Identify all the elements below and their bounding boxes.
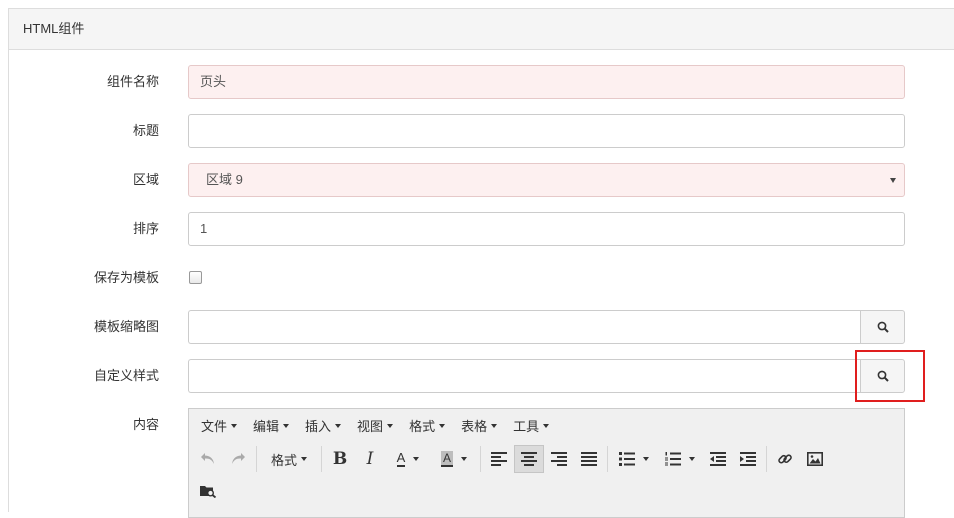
highlight-box [855, 350, 925, 402]
italic-icon: I [366, 449, 374, 469]
title-input[interactable] [188, 114, 905, 148]
caret-down-icon [491, 423, 498, 428]
undo-icon [201, 453, 214, 464]
caret-down-icon [231, 423, 238, 428]
menu-insert[interactable]: 插入 [297, 413, 349, 439]
file-browser-button[interactable] [193, 477, 223, 505]
align-center-button[interactable] [514, 445, 544, 473]
bullet-list-icon [619, 452, 635, 466]
menu-edit[interactable]: 编辑 [245, 413, 297, 439]
html-component-panel: HTML组件 组件名称 页头 标题 区域 区域 9 排序 1 保存为模板 模板缩… [8, 8, 954, 518]
caret-down-icon [413, 457, 420, 461]
caret-down-icon [439, 423, 446, 428]
link-button[interactable] [770, 445, 800, 473]
caret-down-icon [387, 423, 394, 428]
caret-down-icon [689, 457, 695, 461]
background-color-icon: A [440, 451, 453, 467]
align-right-button[interactable] [544, 445, 574, 473]
image-button[interactable] [800, 445, 830, 473]
zone-select[interactable]: 区域 9 [188, 163, 905, 197]
zone-label: 区域 [132, 172, 159, 187]
align-left-icon [491, 452, 507, 466]
align-justify-icon [581, 452, 597, 466]
redo-button[interactable] [223, 445, 253, 473]
name-label: 组件名称 [106, 74, 159, 89]
search-icon [877, 321, 889, 333]
bullet-list-button[interactable] [611, 445, 657, 473]
toolbar-separator [766, 446, 767, 472]
align-justify-button[interactable] [574, 445, 604, 473]
menu-format[interactable]: 格式 [401, 413, 453, 439]
align-right-icon [551, 452, 567, 466]
editor-toolbar-row-2 [189, 476, 904, 506]
title-label: 标题 [132, 123, 159, 138]
text-color-button[interactable]: A [385, 445, 431, 473]
link-icon [778, 454, 792, 464]
indent-icon [740, 452, 756, 466]
caret-down-icon [461, 457, 467, 461]
rich-text-editor: 文件 编辑 插入 视图 格式 表格 工具 格式 B I A A [188, 408, 905, 518]
caret-down-icon [283, 423, 290, 428]
align-center-icon [521, 452, 537, 466]
text-color-icon: A [396, 450, 406, 467]
thumbnail-browse-button[interactable] [860, 310, 905, 344]
thumbnail-label: 模板缩略图 [93, 319, 159, 334]
toolbar-separator [256, 446, 257, 472]
custom-style-label: 自定义样式 [93, 368, 159, 383]
caret-down-icon [543, 423, 550, 428]
italic-button[interactable]: I [355, 445, 385, 473]
format-dropdown[interactable]: 格式 [260, 445, 318, 473]
toolbar-separator [321, 446, 322, 472]
caret-down-icon [301, 457, 307, 461]
menu-file[interactable]: 文件 [193, 413, 245, 439]
background-color-button[interactable]: A [431, 445, 477, 473]
save-template-label: 保存为模板 [93, 270, 159, 285]
sort-input[interactable]: 1 [188, 212, 905, 246]
sort-label: 排序 [132, 221, 159, 236]
caret-down-icon [643, 457, 649, 461]
indent-button[interactable] [733, 445, 763, 473]
toolbar-separator [480, 446, 481, 472]
numbered-list-icon [665, 452, 681, 466]
align-left-button[interactable] [484, 445, 514, 473]
content-label: 内容 [132, 417, 159, 432]
save-template-checkbox[interactable] [189, 271, 202, 284]
panel-title: HTML组件 [9, 9, 954, 50]
zone-select-value: 区域 9 [206, 172, 243, 187]
name-input[interactable]: 页头 [188, 65, 905, 99]
outdent-button[interactable] [703, 445, 733, 473]
outdent-icon [710, 452, 726, 466]
menu-table[interactable]: 表格 [453, 413, 505, 439]
menu-view[interactable]: 视图 [349, 413, 401, 439]
toolbar-separator [607, 446, 608, 472]
chevron-down-icon [890, 178, 896, 183]
numbered-list-button[interactable] [657, 445, 703, 473]
redo-icon [232, 453, 245, 464]
thumbnail-input[interactable] [188, 310, 861, 344]
editor-menubar: 文件 编辑 插入 视图 格式 表格 工具 [189, 409, 904, 442]
bold-icon: B [332, 449, 348, 469]
menu-tools[interactable]: 工具 [505, 413, 557, 439]
editor-toolbar: 格式 B I A A [189, 442, 904, 476]
image-icon [807, 452, 823, 466]
undo-button[interactable] [193, 445, 223, 473]
custom-style-input[interactable] [188, 359, 861, 393]
bold-button[interactable]: B [325, 445, 355, 473]
folder-search-icon [200, 486, 217, 498]
caret-down-icon [335, 423, 342, 428]
